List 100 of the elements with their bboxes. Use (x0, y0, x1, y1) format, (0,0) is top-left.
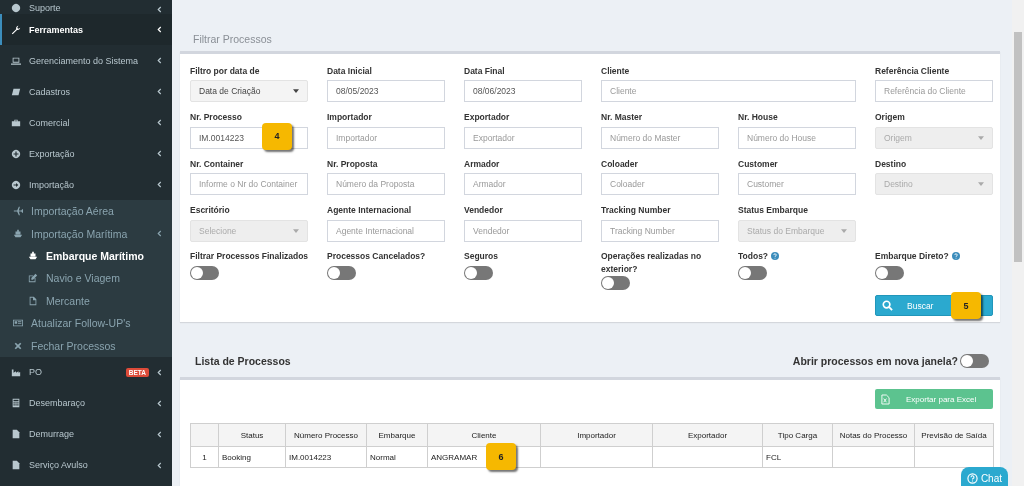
sidebar-item[interactable]: Exportação (0, 138, 172, 169)
toggle-label: Operações realizadas no exterior? (601, 250, 703, 273)
table-cell: IM.0014223 (289, 452, 332, 462)
input-field[interactable]: Número do Master (601, 126, 719, 149)
input-field[interactable]: Armador (464, 173, 582, 195)
toggle-label: Processos Cancelados? (327, 250, 427, 263)
input-field[interactable]: Coloader (601, 173, 719, 195)
column-header[interactable]: Tipo Carga (762, 423, 833, 447)
toggle-switch[interactable] (738, 266, 767, 280)
field-label: Nr. Container (190, 157, 245, 170)
table-cell: Normal (370, 452, 396, 462)
submenu-item[interactable]: Importação Aérea (0, 200, 172, 223)
circle-arrow-icon (11, 179, 21, 190)
ship-icon (28, 250, 38, 261)
field-label: Referência Cliente (875, 64, 951, 77)
sidebar-item[interactable]: Comercial (0, 107, 172, 138)
toggle-switch[interactable] (190, 266, 219, 280)
input-field[interactable]: Tracking Number (601, 219, 719, 242)
book-icon (11, 86, 21, 97)
field-label: Destino (875, 157, 908, 170)
toggle-label: Seguros (464, 250, 499, 263)
input-field[interactable]: Informe o Nr do Container (190, 173, 308, 195)
input-field[interactable]: 08/06/2023 (464, 80, 582, 102)
table-cell: FCL (766, 452, 782, 462)
input-field[interactable]: Customer (738, 173, 856, 195)
column-header[interactable]: Exportador (652, 423, 763, 447)
input-field[interactable]: Vendedor (464, 219, 582, 242)
field-label: Importador (327, 111, 373, 124)
wrench-icon (11, 24, 21, 35)
field-label: Nr. House (738, 111, 779, 124)
column-header[interactable]: Importador (540, 423, 653, 447)
circle-plus-icon (11, 148, 21, 159)
table-cell: ANGRAMAR (431, 452, 478, 462)
document-icon (11, 460, 21, 471)
toggle-switch[interactable] (327, 266, 356, 280)
toggle-switch[interactable] (875, 266, 904, 280)
document-icon (11, 429, 21, 440)
toggle-switch[interactable] (960, 353, 989, 368)
caret-icon (978, 182, 984, 186)
toggle-label: Abrir processos em nova janela? (792, 354, 958, 367)
input-field[interactable]: Referência do Cliente (875, 80, 993, 102)
input-field[interactable]: Importador (327, 126, 445, 149)
calculator-icon (11, 398, 21, 409)
field-label: Status Embarque (738, 204, 809, 217)
submenu-item[interactable]: Embarque Marítimo (0, 244, 172, 268)
sidebar-item[interactable]: Desembaraço (0, 387, 172, 419)
input-field[interactable]: Agente Internacional (327, 219, 445, 242)
caret-icon (978, 135, 984, 140)
column-header[interactable]: Embarque (366, 423, 428, 447)
submenu-item[interactable]: Navio e Viagem (0, 267, 172, 290)
caret-icon (841, 228, 847, 233)
x-icon (13, 340, 23, 351)
column-header[interactable]: Status (218, 423, 286, 447)
submenu-item[interactable]: Importação Marítima (0, 222, 172, 245)
search-icon (882, 300, 893, 311)
toggle-label: Todos? (738, 250, 874, 263)
toggle-switch[interactable] (601, 276, 630, 290)
input-field[interactable]: Número do House (738, 126, 856, 149)
field-label: Agente Internacional (327, 204, 413, 217)
sidebar-item[interactable]: Ferramentas (0, 14, 172, 45)
row-number: 1 (190, 446, 219, 468)
toggle-label: Filtrar Processos Finalizados (190, 250, 310, 263)
scrollbar[interactable] (1012, 0, 1024, 486)
sidebar-item[interactable]: Demurrage (0, 418, 172, 450)
submenu-item[interactable]: Atualizar Follow-UP's (0, 311, 172, 335)
column-header[interactable]: Número Processo (285, 423, 367, 447)
input-field[interactable]: Número da Proposta (327, 173, 445, 195)
field-label: Customer (738, 157, 779, 170)
field-label: Vendedor (464, 204, 504, 217)
document-icon (28, 295, 38, 306)
id-card-icon (13, 318, 23, 329)
column-header[interactable]: Cliente (427, 423, 541, 447)
factory-icon (11, 367, 21, 378)
input-field[interactable]: Exportador (464, 126, 582, 149)
submenu-item[interactable]: Mercante (0, 289, 172, 312)
sidebar-item[interactable]: Suporte (0, 0, 172, 14)
briefcase-icon (11, 117, 21, 128)
sidebar-item[interactable]: Serviço Avulso (0, 449, 172, 481)
step-badge: 6 (486, 443, 516, 470)
column-header[interactable]: Previsão de Saída (914, 423, 994, 447)
sidebar-item[interactable]: Cadastros (0, 76, 172, 107)
section-title: Filtrar Processos (193, 33, 272, 45)
help-icon (966, 472, 978, 484)
field-label: Escritório (190, 204, 231, 217)
field-label: Tracking Number (601, 204, 672, 217)
submenu-item[interactable]: Fechar Processos (0, 334, 172, 357)
toggle-switch[interactable] (464, 266, 493, 280)
sidebar-item[interactable]: Gerenciamento do Sistema (0, 45, 172, 76)
input-field[interactable]: 08/05/2023 (327, 80, 445, 102)
step-badge: 5 (951, 292, 981, 319)
plane-icon (13, 206, 23, 217)
input-field[interactable]: Cliente (601, 80, 856, 102)
field-label: Cliente (601, 64, 631, 77)
field-label: Origem (875, 111, 906, 124)
column-header[interactable]: Notas do Processo (832, 423, 915, 447)
search-button[interactable]: Buscar 5 (875, 295, 993, 316)
sidebar-item[interactable]: Importação (0, 169, 172, 200)
dropdown[interactable]: Data de Criação (190, 80, 308, 102)
field-label: Coloader (601, 157, 639, 170)
spreadsheet-icon (881, 393, 890, 405)
